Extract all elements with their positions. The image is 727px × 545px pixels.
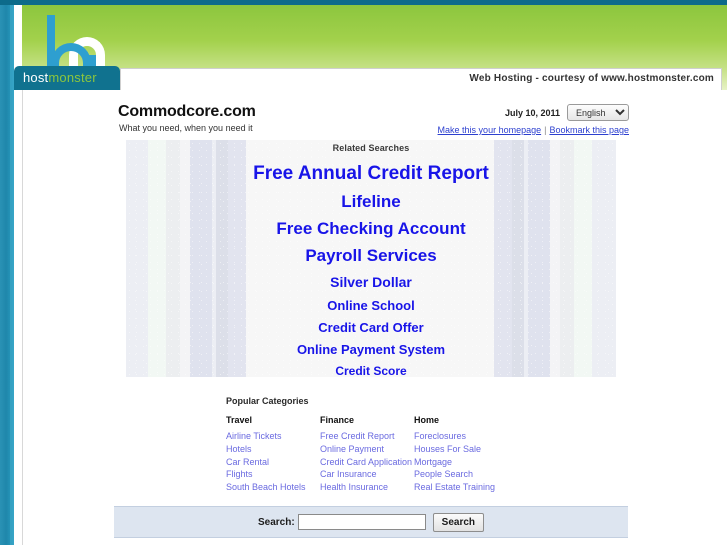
popular-category-title: Travel bbox=[226, 415, 253, 425]
related-search-link[interactable]: Lifeline bbox=[126, 192, 616, 212]
popular-category-column: Travel Airline Tickets Hotels Car Rental Fli… bbox=[226, 415, 320, 494]
related-search-link[interactable]: Free Annual Credit Report bbox=[126, 163, 616, 185]
header-gutter-white bbox=[14, 5, 22, 117]
popular-category-column: Finance Free Credit Report Online Payment C… bbox=[320, 415, 414, 494]
popular-category-link[interactable]: Free Credit Report bbox=[320, 430, 414, 443]
popular-categories: Popular Categories Travel Airline Tickets… bbox=[226, 396, 646, 494]
popular-categories-columns: Travel Airline Tickets Hotels Car Rental Fli… bbox=[226, 415, 646, 494]
page-title: Commodcore.com bbox=[118, 103, 256, 120]
popular-category-link[interactable]: Airline Tickets bbox=[226, 430, 320, 443]
search-input[interactable] bbox=[297, 514, 426, 530]
brand-tab-host-word: host bbox=[23, 70, 49, 85]
popular-category-link[interactable]: Online Payment bbox=[320, 443, 414, 456]
popular-category-link[interactable]: Mortgage bbox=[414, 456, 508, 469]
courtesy-bar: Web Hosting - courtesy of www.hostmonste… bbox=[120, 68, 722, 90]
popular-category-column: Home Foreclosures Houses For Sale Mortgage P… bbox=[414, 415, 508, 494]
page-root: Web Hosting - courtesy of www.hostmonste… bbox=[0, 0, 727, 545]
related-searches-panel: Related Searches Free Annual Credit Repo… bbox=[126, 140, 616, 377]
related-search-link[interactable]: Payroll Services bbox=[126, 246, 616, 266]
current-date: July 10, 2011 bbox=[504, 107, 560, 118]
meta-row: July 10, 2011 English bbox=[505, 104, 629, 121]
popular-category-link[interactable]: Houses For Sale bbox=[414, 443, 508, 456]
related-search-link[interactable]: Online Payment System bbox=[126, 342, 616, 357]
popular-category-link[interactable]: People Search bbox=[414, 468, 508, 481]
language-select[interactable]: English bbox=[567, 104, 629, 121]
related-searches-heading: Related Searches bbox=[332, 143, 410, 153]
popular-category-link[interactable]: Car Rental bbox=[226, 456, 320, 469]
related-searches-list: Related Searches Free Annual Credit Repo… bbox=[126, 140, 616, 377]
make-homepage-link[interactable]: Make this your homepage bbox=[438, 125, 542, 135]
related-search-link[interactable]: Silver Dollar bbox=[126, 274, 616, 290]
related-search-link[interactable]: Credit Card Offer bbox=[126, 320, 616, 335]
popular-category-link[interactable]: Foreclosures bbox=[414, 430, 508, 443]
popular-category-title: Finance bbox=[320, 415, 355, 425]
popular-category-link[interactable]: Health Insurance bbox=[320, 481, 414, 494]
hostmonster-brand-tab[interactable]: hostmonster bbox=[14, 66, 120, 90]
search-label: Search: bbox=[257, 516, 295, 528]
courtesy-text: Web Hosting - courtesy of www.hostmonste… bbox=[469, 73, 714, 84]
meta-links-divider: | bbox=[544, 125, 547, 135]
popular-category-title: Home bbox=[414, 415, 440, 425]
popular-category-link[interactable]: Credit Card Application bbox=[320, 456, 414, 469]
related-search-link[interactable]: Credit Score bbox=[126, 364, 616, 377]
page-tagline: What you need, when you need it bbox=[119, 123, 253, 133]
popular-category-link[interactable]: Flights bbox=[226, 468, 320, 481]
popular-category-link[interactable]: Real Estate Training bbox=[414, 481, 508, 494]
search-bar: Search: Search bbox=[114, 506, 628, 538]
popular-categories-heading: Popular Categories bbox=[226, 396, 309, 406]
related-search-link[interactable]: Online School bbox=[126, 298, 616, 313]
meta-links: Make this your homepage | Bookmark this pa… bbox=[438, 125, 629, 135]
popular-category-link[interactable]: Hotels bbox=[226, 443, 320, 456]
related-search-link[interactable]: Free Checking Account bbox=[126, 219, 616, 239]
brand-tab-monster-word: monster bbox=[48, 70, 97, 85]
search-submit-button[interactable]: Search bbox=[432, 512, 485, 532]
content-sheet: Commodcore.com What you need, when you n… bbox=[22, 90, 727, 545]
popular-category-link[interactable]: Car Insurance bbox=[320, 468, 414, 481]
bookmark-page-link[interactable]: Bookmark this page bbox=[549, 125, 629, 135]
popular-category-link[interactable]: South Beach Hotels bbox=[226, 481, 320, 494]
